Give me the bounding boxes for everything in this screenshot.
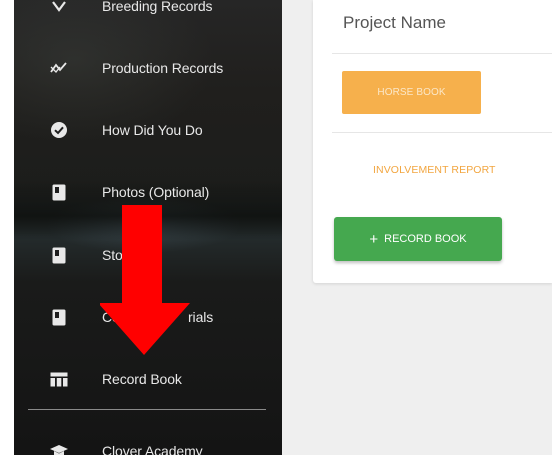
sidebar-item-label: Record Book bbox=[102, 371, 182, 387]
involvement-report-link[interactable]: INVOLVEMENT REPORT bbox=[373, 164, 496, 176]
sidebar-item-production-records[interactable]: Production Records bbox=[14, 48, 282, 88]
check-circle-icon bbox=[44, 115, 74, 145]
divider bbox=[332, 53, 552, 54]
book-icon bbox=[44, 177, 74, 207]
sidebar-item-label: How Did You Do bbox=[102, 122, 203, 138]
book-icon bbox=[44, 302, 74, 332]
book-icon bbox=[44, 240, 74, 270]
record-book-button[interactable]: + RECORD BOOK bbox=[334, 217, 502, 261]
sidebar-item-label: Breeding Records bbox=[102, 0, 213, 14]
sidebar-item-clover-academy[interactable]: Clover Academy bbox=[14, 431, 282, 455]
horse-book-button[interactable]: HORSE BOOK bbox=[342, 71, 481, 114]
divider bbox=[332, 132, 552, 133]
sidebar-item-label: Photos (Optional) bbox=[102, 184, 210, 200]
plus-icon: + bbox=[369, 230, 379, 248]
sidebar-item-label-end: rials bbox=[188, 309, 214, 325]
table-icon bbox=[44, 364, 74, 394]
checkmark-icon bbox=[44, 0, 74, 21]
record-book-button-label: RECORD BOOK bbox=[384, 233, 467, 245]
sidebar-item-how-did-you-do[interactable]: How Did You Do bbox=[14, 110, 282, 150]
red-arrow-annotation bbox=[100, 205, 190, 355]
project-name-heading: Project Name bbox=[343, 13, 446, 32]
sidebar-item-label: Clover Academy bbox=[102, 443, 203, 455]
sidebar-item-label: Production Records bbox=[102, 60, 224, 76]
sidebar-item-breeding-records[interactable]: Breeding Records bbox=[14, 0, 282, 26]
sidebar-divider bbox=[28, 409, 266, 410]
sidebar-item-record-book[interactable]: Record Book bbox=[14, 359, 282, 399]
trending-icon bbox=[44, 53, 74, 83]
graduation-cap-icon bbox=[44, 436, 74, 455]
